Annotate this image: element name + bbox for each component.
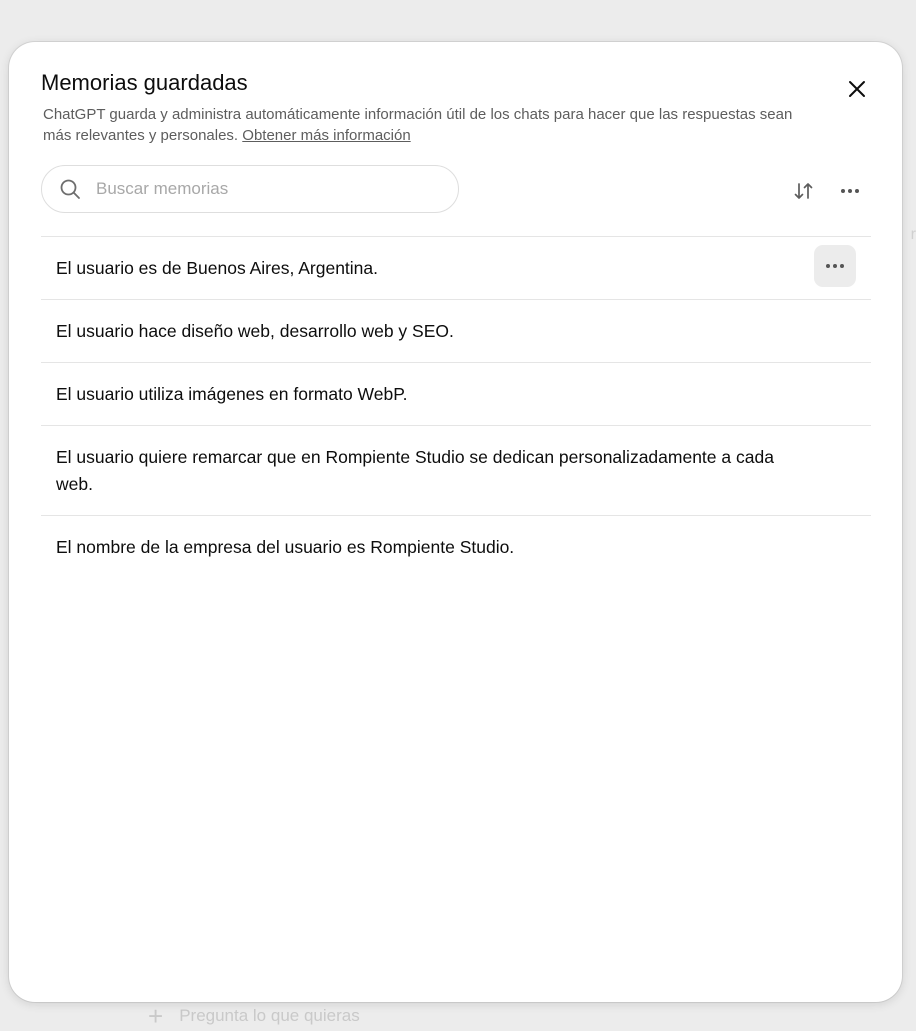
more-options-button[interactable]	[838, 179, 862, 203]
memory-item[interactable]: El usuario utiliza imágenes en formato W…	[41, 363, 871, 426]
more-horizontal-icon	[841, 189, 859, 193]
saved-memories-dialog: Memorias guardadas ChatGPT guarda y admi…	[9, 42, 902, 1002]
memory-item[interactable]: El usuario quiere remarcar que en Rompie…	[41, 426, 871, 516]
close-icon	[849, 81, 865, 97]
close-button[interactable]	[844, 76, 870, 102]
sort-button[interactable]	[792, 179, 816, 203]
memory-item[interactable]: El usuario hace diseño web, desarrollo w…	[41, 300, 871, 363]
memory-list: El usuario es de Buenos Aires, Argentina…	[41, 236, 871, 578]
description-text: ChatGPT guarda y administra automáticame…	[43, 106, 793, 144]
memory-text: El usuario hace diseño web, desarrollo w…	[56, 321, 454, 341]
memory-text: El usuario utiliza imágenes en formato W…	[56, 384, 408, 404]
memory-text: El usuario quiere remarcar que en Rompie…	[56, 447, 774, 494]
composer-placeholder: Pregunta lo que quieras	[179, 1006, 360, 1025]
dialog-title: Memorias guardadas	[41, 70, 248, 95]
memory-text: El nombre de la empresa del usuario es R…	[56, 537, 515, 557]
search-box[interactable]	[41, 165, 459, 213]
memory-text: El usuario es de Buenos Aires, Argentina…	[56, 258, 379, 278]
learn-more-link[interactable]: Obtener más información	[242, 127, 410, 144]
background-text-fragment: r	[910, 226, 916, 243]
sort-icon	[794, 183, 813, 199]
dialog-description: ChatGPT guarda y administra automáticame…	[43, 104, 803, 146]
add-icon: +	[148, 1001, 164, 1031]
memory-item[interactable]: El nombre de la empresa del usuario es R…	[41, 516, 871, 578]
memory-options-button[interactable]	[814, 245, 856, 287]
background-composer: + Pregunta lo que quieras	[148, 1003, 360, 1029]
memory-item[interactable]: El usuario es de Buenos Aires, Argentina…	[41, 237, 871, 300]
search-icon	[59, 178, 81, 200]
more-horizontal-icon	[826, 264, 844, 268]
search-input[interactable]	[94, 178, 418, 200]
